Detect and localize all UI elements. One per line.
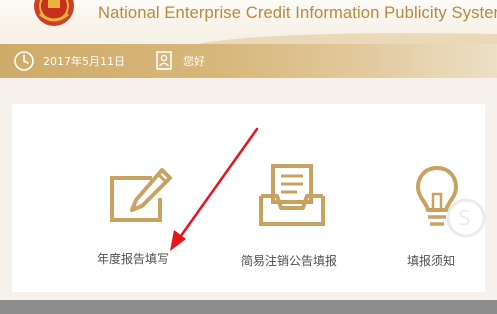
greeting-display[interactable]: 您好 (155, 44, 205, 78)
pencil-edit-icon (110, 168, 172, 222)
user-badge-icon (156, 51, 172, 70)
page: National Enterprise Credit Information P… (0, 0, 497, 314)
svg-text:S: S (458, 206, 471, 230)
tile-annual-report[interactable]: 年度报告填写 (82, 104, 212, 274)
watermark-icon: S (446, 198, 486, 238)
site-title: National Enterprise Credit Information P… (98, 3, 497, 22)
service-panel: 年度报告填写 简易注销公告填报 填报须知 (12, 104, 485, 292)
national-emblem-icon (34, 0, 74, 26)
greeting-text: 您好 (183, 55, 205, 68)
site-header: National Enterprise Credit Information P… (0, 0, 497, 44)
tile-simple-deregistration-label: 简易注销公告填报 (241, 254, 338, 268)
tile-filing-notes-label: 填报须知 (407, 254, 456, 268)
info-toolbar: 2017年5月11日 您好 (0, 44, 497, 78)
clock-icon (14, 51, 34, 71)
date-text: 2017年5月11日 (43, 55, 125, 68)
date-display: 2017年5月11日 (13, 44, 125, 78)
document-tray-icon (259, 164, 325, 226)
header-decoration (197, 33, 497, 44)
tile-annual-report-label: 年度报告填写 (97, 252, 170, 266)
tile-simple-deregistration[interactable]: 简易注销公告填报 (232, 104, 362, 274)
footer-bar (0, 300, 497, 314)
